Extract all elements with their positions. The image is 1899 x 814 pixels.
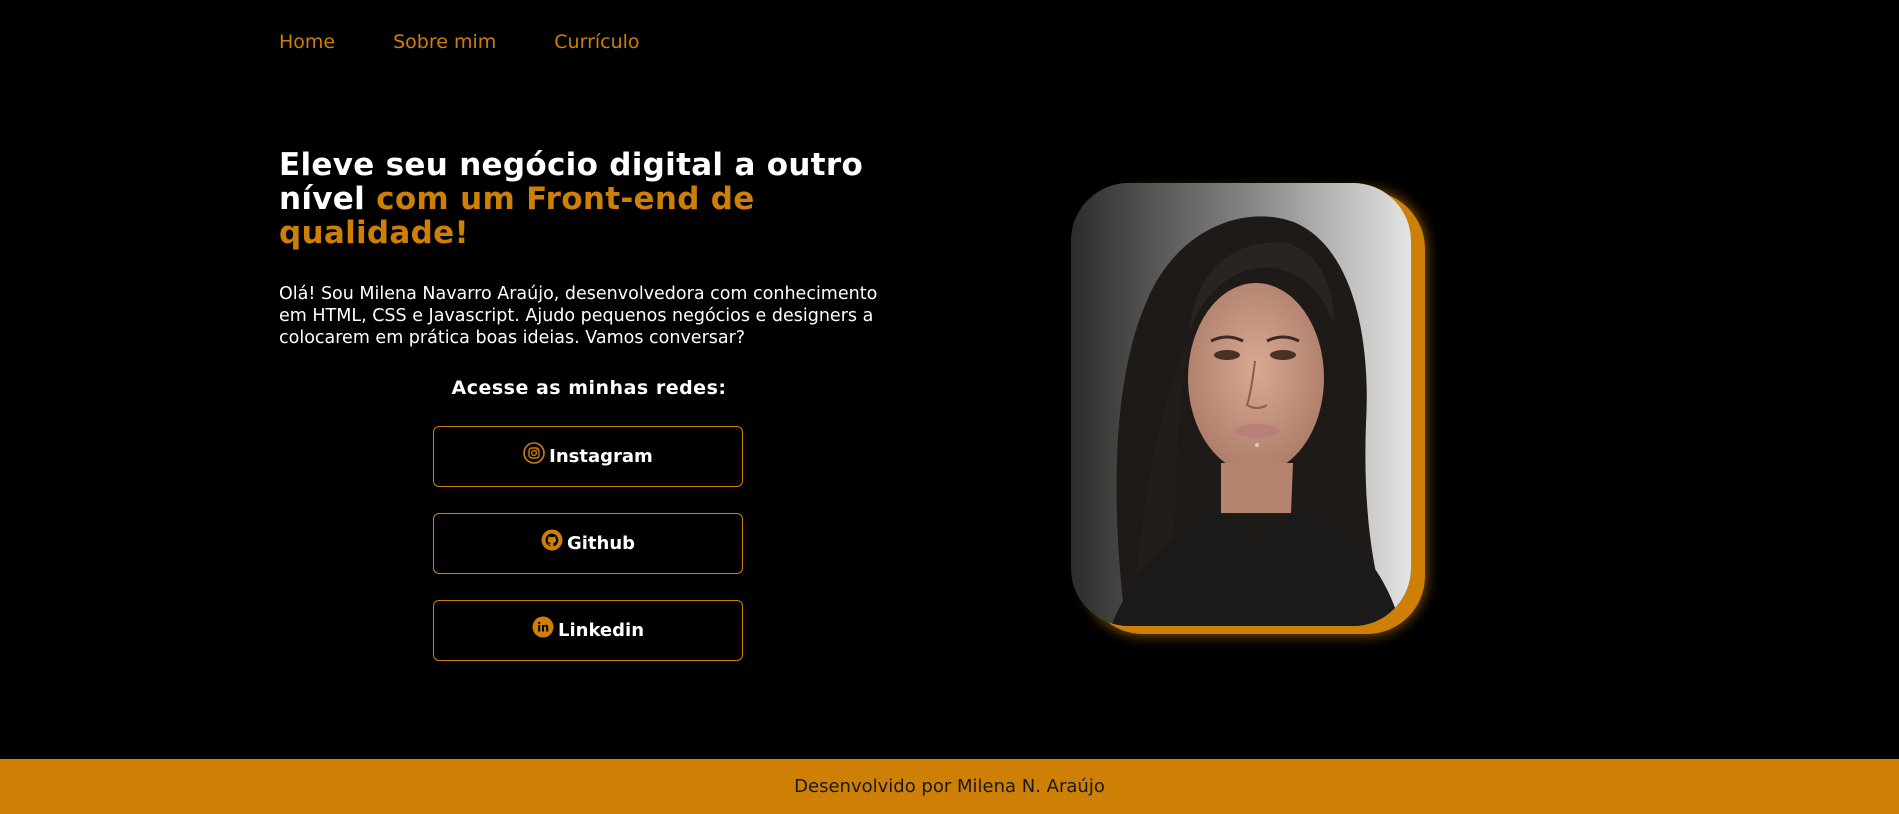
linkedin-button-label: Linkedin: [557, 620, 645, 641]
top-nav: Home Sobre mim Currículo: [279, 31, 698, 53]
github-button[interactable]: Github: [433, 513, 743, 574]
linkedin-button[interactable]: Linkedin: [433, 600, 743, 661]
instagram-button[interactable]: Instagram: [433, 426, 743, 487]
instagram-icon: [523, 441, 545, 464]
linkedin-icon: [532, 616, 554, 638]
footer: Desenvolvido por Milena N. Araújo: [0, 759, 1899, 814]
github-icon: [541, 529, 563, 551]
github-button-label: Github: [566, 533, 636, 554]
instagram-button-label: Instagram: [549, 446, 653, 467]
page: Home Sobre mim Currículo Eleve seu negóc…: [0, 0, 1899, 814]
nav-home-link[interactable]: Home: [279, 31, 335, 53]
hero-title: Eleve seu negócio digital a outro nível …: [279, 148, 919, 250]
footer-text: Desenvolvido por Milena N. Araújo: [794, 776, 1105, 797]
socials-heading: Acesse as minhas redes:: [451, 377, 727, 399]
nav-resume-link[interactable]: Currículo: [554, 31, 639, 53]
nav-about-link[interactable]: Sobre mim: [393, 31, 496, 53]
intro-text: Olá! Sou Milena Navarro Araújo, desenvol…: [279, 284, 878, 348]
profile-photo: [1071, 183, 1411, 626]
